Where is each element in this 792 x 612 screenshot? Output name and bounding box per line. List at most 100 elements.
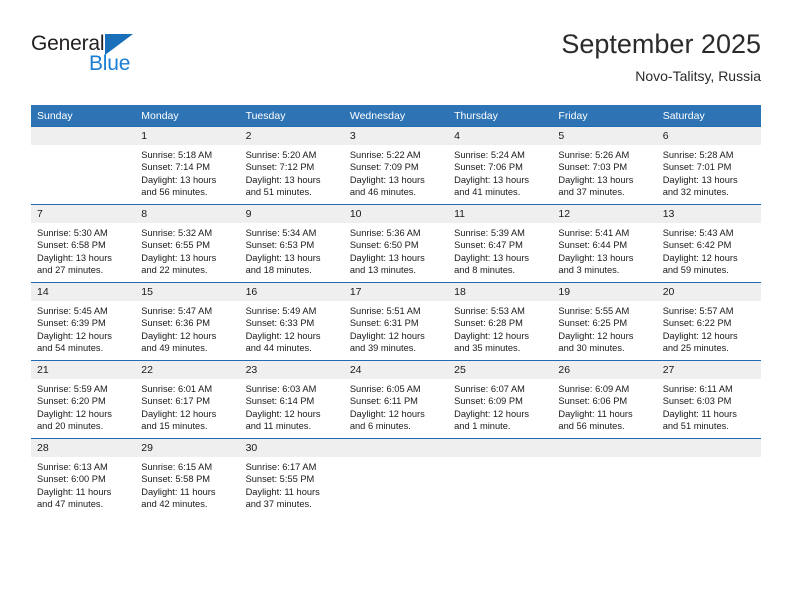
calendar-day-cell[interactable]: 15 Sunrise: 5:47 AM Sunset: 6:36 PM Dayligh… <box>135 282 240 361</box>
day-number: 2 <box>239 127 344 145</box>
calendar-day-cell[interactable]: 5 Sunrise: 5:26 AM Sunset: 7:03 PM Daylight… <box>552 126 657 205</box>
daylight-duration-line2: and 56 minutes. <box>141 187 208 198</box>
daylight-duration-line2: and 30 minutes. <box>558 343 625 354</box>
sunrise-time: Sunrise: 5:24 AM <box>454 150 525 160</box>
day-details: Sunrise: 5:39 AM Sunset: 6:47 PM Daylight:… <box>448 223 552 277</box>
calendar-day-cell[interactable]: 11 Sunrise: 5:39 AM Sunset: 6:47 PM Dayligh… <box>448 204 553 283</box>
day-number: 9 <box>239 205 344 223</box>
calendar-day-cell[interactable]: 9 Sunrise: 5:34 AM Sunset: 6:53 PM Daylight… <box>239 204 344 283</box>
daylight-duration-line1: Daylight: 12 hours <box>662 330 738 341</box>
daylight-duration-line1: Daylight: 12 hours <box>245 330 321 341</box>
calendar-day-cell[interactable]: 25 Sunrise: 6:07 AM Sunset: 6:09 PM Dayligh… <box>448 360 553 439</box>
calendar-day-cell[interactable]: 14 Sunrise: 5:45 AM Sunset: 6:39 PM Dayligh… <box>31 282 136 361</box>
calendar-day-cell[interactable]: 10 Sunrise: 5:36 AM Sunset: 6:50 PM Dayligh… <box>343 204 449 283</box>
sunrise-time: Sunrise: 5:55 AM <box>558 306 630 316</box>
calendar-day-cell[interactable]: 17 Sunrise: 5:51 AM Sunset: 6:31 PM Dayligh… <box>343 282 449 361</box>
sunrise-time: Sunrise: 6:17 AM <box>245 462 317 472</box>
day-number: 8 <box>135 205 240 223</box>
calendar-day-cell[interactable]: 13 Sunrise: 5:43 AM Sunset: 6:42 PM Dayligh… <box>656 204 761 283</box>
calendar-day-cell[interactable]: 30 Sunrise: 6:17 AM Sunset: 5:55 PM Dayligh… <box>239 438 344 516</box>
daylight-duration-line2: and 35 minutes. <box>454 343 521 354</box>
daylight-duration-line2: and 56 minutes. <box>558 421 625 432</box>
calendar-day-cell[interactable]: 16 Sunrise: 5:49 AM Sunset: 6:33 PM Dayligh… <box>239 282 344 361</box>
day-details: Sunrise: 5:20 AM Sunset: 7:12 PM Daylight:… <box>240 145 344 199</box>
daylight-duration-line1: Daylight: 13 hours <box>245 252 321 263</box>
calendar-day-cell[interactable]: 1 Sunrise: 5:18 AM Sunset: 7:14 PM Daylight… <box>135 126 240 205</box>
day-details: Sunrise: 5:49 AM Sunset: 6:33 PM Daylight:… <box>240 301 344 355</box>
sunset-time: Sunset: 6:42 PM <box>662 240 732 251</box>
sunset-time: Sunset: 6:33 PM <box>245 318 315 329</box>
day-number <box>552 439 657 457</box>
daylight-duration-line2: and 11 minutes. <box>245 421 312 432</box>
day-details: Sunrise: 6:09 AM Sunset: 6:06 PM Daylight:… <box>552 379 656 433</box>
day-number: 17 <box>343 283 449 301</box>
sunrise-time: Sunrise: 5:51 AM <box>349 306 421 316</box>
daylight-duration-line1: Daylight: 12 hours <box>37 330 112 341</box>
sunrise-time: Sunrise: 5:39 AM <box>454 228 525 238</box>
sunset-time: Sunset: 6:28 PM <box>454 318 523 329</box>
sunset-time: Sunset: 6:44 PM <box>558 240 628 251</box>
daylight-duration-line2: and 18 minutes. <box>245 265 312 276</box>
daylight-duration-line2: and 25 minutes. <box>662 343 729 354</box>
calendar-day-cell[interactable]: 28 Sunrise: 6:13 AM Sunset: 6:00 PM Dayligh… <box>31 438 136 516</box>
sunset-time: Sunset: 6:53 PM <box>245 240 315 251</box>
calendar-day-cell[interactable]: 26 Sunrise: 6:09 AM Sunset: 6:06 PM Dayligh… <box>552 360 657 439</box>
day-number <box>656 439 761 457</box>
daylight-duration-line2: and 37 minutes. <box>558 187 625 198</box>
calendar-day-cell[interactable]: 22 Sunrise: 6:01 AM Sunset: 6:17 PM Dayligh… <box>135 360 240 439</box>
day-number: 7 <box>31 205 136 223</box>
sunset-time: Sunset: 7:03 PM <box>558 162 628 173</box>
sunset-time: Sunset: 6:20 PM <box>37 396 106 407</box>
logo-text-blue: Blue <box>89 52 131 75</box>
daylight-duration-line1: Daylight: 13 hours <box>662 174 738 185</box>
calendar-day-cell[interactable]: 2 Sunrise: 5:20 AM Sunset: 7:12 PM Daylight… <box>239 126 344 205</box>
sunset-time: Sunset: 6:25 PM <box>558 318 628 329</box>
daylight-duration-line1: Daylight: 13 hours <box>245 174 321 185</box>
calendar-day-cell[interactable]: 27 Sunrise: 6:11 AM Sunset: 6:03 PM Dayligh… <box>656 360 761 439</box>
sunset-time: Sunset: 6:17 PM <box>141 396 211 407</box>
calendar-day-cell[interactable]: 29 Sunrise: 6:15 AM Sunset: 5:58 PM Dayligh… <box>135 438 240 516</box>
day-number: 18 <box>448 283 553 301</box>
calendar-day-cell[interactable]: 12 Sunrise: 5:41 AM Sunset: 6:44 PM Dayligh… <box>552 204 657 283</box>
calendar-day-cell[interactable]: 18 Sunrise: 5:53 AM Sunset: 6:28 PM Dayligh… <box>448 282 553 361</box>
calendar-day-cell[interactable]: 8 Sunrise: 5:32 AM Sunset: 6:55 PM Daylight… <box>135 204 240 283</box>
calendar-day-cell[interactable]: 23 Sunrise: 6:03 AM Sunset: 6:14 PM Dayligh… <box>239 360 344 439</box>
day-number: 24 <box>343 361 449 379</box>
calendar-day-cell[interactable]: 7 Sunrise: 5:30 AM Sunset: 6:58 PM Daylight… <box>31 204 136 283</box>
sunrise-time: Sunrise: 5:26 AM <box>558 150 630 160</box>
day-number: 19 <box>552 283 657 301</box>
calendar-day-cell[interactable]: 6 Sunrise: 5:28 AM Sunset: 7:01 PM Daylight… <box>656 126 761 205</box>
calendar-day-cell[interactable]: 4 Sunrise: 5:24 AM Sunset: 7:06 PM Daylight… <box>448 126 553 205</box>
calendar-day-cell[interactable]: 21 Sunrise: 5:59 AM Sunset: 6:20 PM Dayligh… <box>31 360 136 439</box>
daylight-duration-line2: and 39 minutes. <box>349 343 416 354</box>
day-number: 28 <box>31 439 136 457</box>
sunset-time: Sunset: 5:58 PM <box>141 474 211 485</box>
daylight-duration-line1: Daylight: 13 hours <box>141 174 217 185</box>
calendar-day-cell[interactable]: 20 Sunrise: 5:57 AM Sunset: 6:22 PM Dayligh… <box>656 282 761 361</box>
calendar-day-cell[interactable]: 19 Sunrise: 5:55 AM Sunset: 6:25 PM Dayligh… <box>552 282 657 361</box>
sunrise-time: Sunrise: 5:30 AM <box>37 228 108 238</box>
day-details: Sunrise: 5:32 AM Sunset: 6:55 PM Daylight:… <box>135 223 239 277</box>
sunset-time: Sunset: 6:06 PM <box>558 396 628 407</box>
daylight-duration-line1: Daylight: 12 hours <box>245 408 321 419</box>
day-details: Sunrise: 5:36 AM Sunset: 6:50 PM Daylight:… <box>344 223 448 277</box>
sunset-time: Sunset: 7:06 PM <box>454 162 523 173</box>
calendar-day-cell-empty <box>448 438 553 516</box>
calendar-day-cell[interactable]: 24 Sunrise: 6:05 AM Sunset: 6:11 PM Dayligh… <box>343 360 449 439</box>
sunset-time: Sunset: 6:22 PM <box>662 318 732 329</box>
calendar-week-row: 7 Sunrise: 5:30 AM Sunset: 6:58 PM Daylight… <box>31 204 761 283</box>
daylight-duration-line1: Daylight: 12 hours <box>37 408 112 419</box>
daylight-duration-line1: Daylight: 13 hours <box>558 174 634 185</box>
day-number: 15 <box>135 283 240 301</box>
daylight-duration-line1: Daylight: 13 hours <box>454 174 530 185</box>
day-number: 6 <box>656 127 761 145</box>
weekday-header-friday: Friday <box>552 105 657 127</box>
sunset-time: Sunset: 6:09 PM <box>454 396 523 407</box>
calendar-week-row: 21 Sunrise: 5:59 AM Sunset: 6:20 PM Dayligh… <box>31 360 761 439</box>
calendar-day-cell[interactable]: 3 Sunrise: 5:22 AM Sunset: 7:09 PM Daylight… <box>343 126 449 205</box>
day-details: Sunrise: 6:01 AM Sunset: 6:17 PM Daylight:… <box>135 379 239 433</box>
calendar-day-cell-empty <box>552 438 657 516</box>
daylight-duration-line1: Daylight: 13 hours <box>141 252 217 263</box>
sunset-time: Sunset: 6:47 PM <box>454 240 523 251</box>
daylight-duration-line2: and 20 minutes. <box>37 421 104 432</box>
